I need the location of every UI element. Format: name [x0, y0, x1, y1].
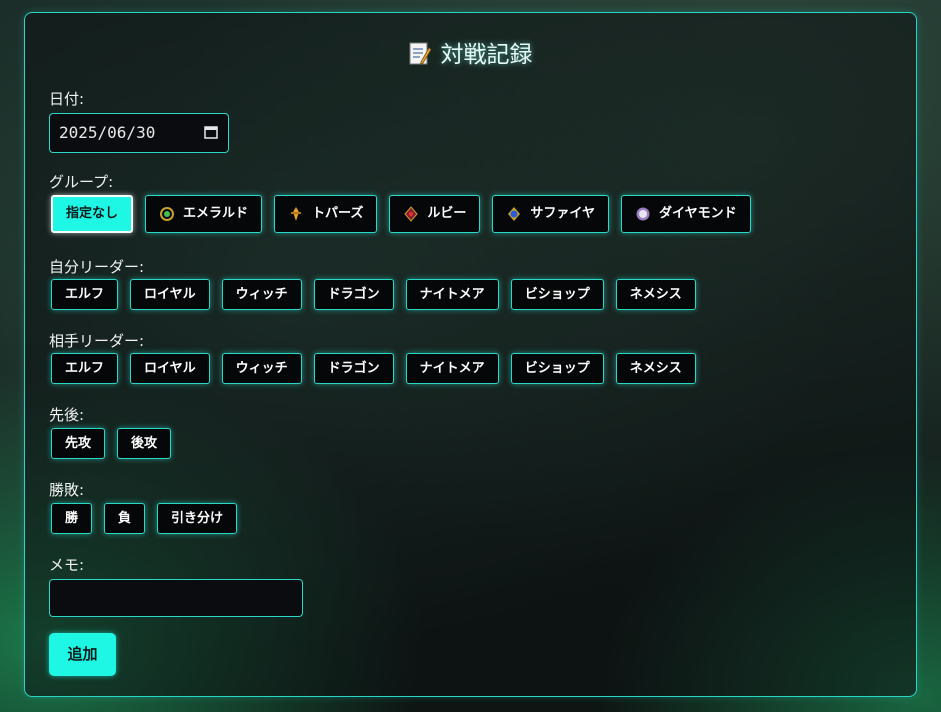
- result-label: 勝敗:: [49, 481, 85, 499]
- add-button[interactable]: 追加: [49, 633, 116, 676]
- my-leader-options: エルフ ロイヤル ウィッチ ドラゴン ナイトメア ビショップ ネメシス: [51, 279, 696, 310]
- my-leader-option[interactable]: ナイトメア: [405, 279, 499, 310]
- opp-leader-option[interactable]: ウィッチ: [221, 353, 302, 384]
- page-title: 対戦記録: [25, 35, 916, 69]
- group-option-none[interactable]: 指定なし: [51, 195, 134, 233]
- date-input[interactable]: 2025/06/30: [49, 113, 229, 153]
- topaz-gem-icon: [291, 207, 302, 221]
- group-option-label: ルビー: [427, 206, 467, 221]
- calendar-icon[interactable]: [204, 125, 218, 139]
- ruby-gem-icon: [404, 206, 419, 222]
- opp-leader-option[interactable]: ロイヤル: [130, 353, 210, 384]
- diamond-gem-icon: [636, 207, 650, 221]
- my-leader-option[interactable]: エルフ: [51, 279, 119, 310]
- my-leader-option[interactable]: ウィッチ: [221, 279, 302, 310]
- date-value: 2025/06/30: [59, 123, 156, 142]
- memo-label: メモ:: [49, 556, 85, 574]
- opp-leader-option[interactable]: ネメシス: [615, 353, 696, 384]
- my-leader-option[interactable]: ビショップ: [510, 279, 604, 310]
- memo-icon: [409, 42, 431, 65]
- title-text: 対戦記録: [440, 42, 533, 68]
- my-leader-option[interactable]: ドラゴン: [313, 279, 394, 310]
- group-option-label: エメラルド: [183, 206, 249, 221]
- my-leader-option[interactable]: ネメシス: [615, 279, 696, 310]
- group-option-sapphire[interactable]: サファイヤ: [492, 195, 610, 233]
- group-option-ruby[interactable]: ルビー: [389, 195, 481, 233]
- opp-leader-option[interactable]: エルフ: [51, 353, 119, 384]
- group-option-topaz[interactable]: トパーズ: [274, 195, 378, 233]
- sapphire-gem-icon: [508, 207, 521, 221]
- turn-order-options: 先攻 後攻: [51, 428, 172, 459]
- turn-order-option[interactable]: 先攻: [51, 428, 106, 459]
- group-label: グループ:: [49, 173, 114, 191]
- emerald-gem-icon: [160, 207, 175, 221]
- result-options: 勝 負 引き分け: [51, 503, 238, 534]
- group-option-diamond[interactable]: ダイヤモンド: [621, 195, 751, 233]
- turn-order-label: 先後:: [49, 406, 85, 424]
- opp-leader-option[interactable]: ナイトメア: [405, 353, 499, 384]
- opp-leader-option[interactable]: ビショップ: [510, 353, 604, 384]
- opp-leader-label: 相手リーダー:: [49, 332, 145, 350]
- match-record-panel: 対戦記録 日付: 2025/06/30 グループ: 指定なし エメラルド トパー…: [24, 12, 917, 697]
- turn-order-option[interactable]: 後攻: [117, 428, 172, 459]
- result-option[interactable]: 負: [104, 503, 146, 534]
- group-option-label: サファイヤ: [530, 206, 596, 221]
- group-option-label: ダイヤモンド: [659, 206, 737, 221]
- my-leader-label: 自分リーダー:: [49, 258, 145, 276]
- group-option-label: 指定なし: [66, 206, 119, 221]
- group-options: 指定なし エメラルド トパーズ ルビー サファイヤ ダイヤモンド: [51, 195, 751, 233]
- group-option-emerald[interactable]: エメラルド: [145, 195, 263, 233]
- date-label: 日付:: [49, 90, 85, 108]
- result-option[interactable]: 勝: [51, 503, 93, 534]
- my-leader-option[interactable]: ロイヤル: [130, 279, 210, 310]
- result-option[interactable]: 引き分け: [157, 503, 238, 534]
- opp-leader-option[interactable]: ドラゴン: [313, 353, 394, 384]
- memo-input[interactable]: [49, 579, 303, 617]
- group-option-label: トパーズ: [312, 206, 364, 221]
- opp-leader-options: エルフ ロイヤル ウィッチ ドラゴン ナイトメア ビショップ ネメシス: [51, 353, 696, 384]
